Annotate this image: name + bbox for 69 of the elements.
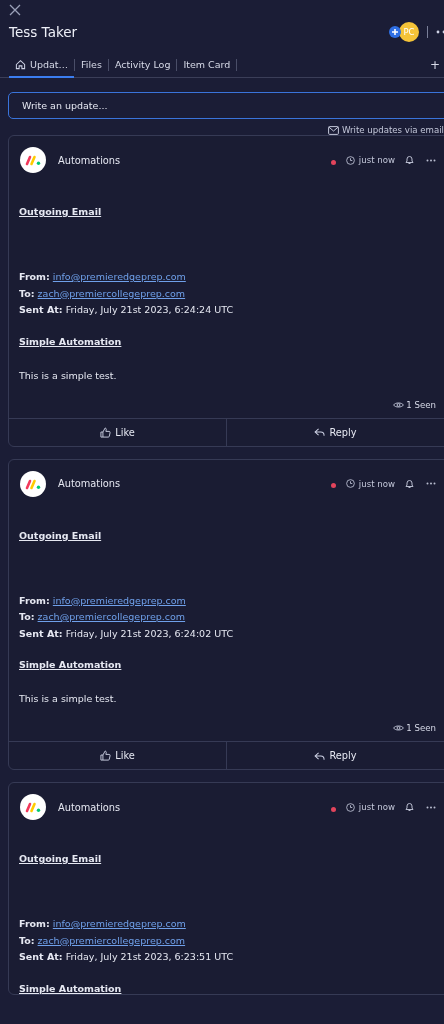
author-name: Automations xyxy=(58,478,121,489)
clock-icon xyxy=(345,155,355,165)
message-text: This is a simple test. xyxy=(19,369,118,381)
message-text: This is a simple test. xyxy=(19,693,118,704)
eye-icon xyxy=(393,400,405,409)
seen-count: 1 Seen xyxy=(406,399,436,410)
tab[interactable]: Updat… xyxy=(9,53,75,78)
email-link[interactable]: zach@premiercollegeprep.com xyxy=(37,934,186,946)
more-icon[interactable] xyxy=(426,482,436,485)
sent-time: Friday, July 21st 2023, 6:24:24 UTC xyxy=(65,304,234,315)
field-label: Sent At: xyxy=(19,627,63,639)
email-link[interactable]: info@premieredgeprep.com xyxy=(52,271,186,282)
reply-icon xyxy=(314,427,326,437)
more-icon[interactable] xyxy=(426,158,436,162)
envelope-icon xyxy=(327,125,339,135)
field-label: From: xyxy=(19,594,50,606)
email-updates-link[interactable]: Write updates via email xyxy=(8,125,444,135)
timestamp: just now xyxy=(358,802,395,812)
section-heading: Outgoing Email xyxy=(19,529,103,541)
email-link[interactable]: zach@premiercollegeprep.com xyxy=(37,611,186,622)
tab[interactable]: Files xyxy=(75,53,108,78)
field-label: To: xyxy=(19,287,35,299)
timestamp: just now xyxy=(358,155,395,165)
section-heading: Outgoing Email xyxy=(19,853,103,864)
email-link[interactable]: info@premieredgeprep.com xyxy=(52,594,186,606)
close-icon[interactable] xyxy=(9,4,21,16)
reply-button[interactable]: Reply xyxy=(226,418,444,446)
logo-icon xyxy=(20,470,46,497)
tab[interactable]: Activity Log xyxy=(108,53,177,78)
email-link[interactable]: zach@premiercollegeprep.com xyxy=(37,287,186,299)
reply-icon xyxy=(314,750,326,761)
like-button[interactable]: Like xyxy=(9,418,226,446)
section-heading: Simple Automation xyxy=(19,982,123,994)
sent-time: Friday, July 21st 2023, 6:24:02 UTC xyxy=(65,627,234,639)
more-icon[interactable] xyxy=(436,30,444,34)
clock-icon xyxy=(345,802,355,812)
field-label: Sent At: xyxy=(19,951,63,962)
update-input[interactable]: Write an update... xyxy=(8,92,444,119)
item-title: Tess Taker xyxy=(9,24,78,40)
like-button[interactable]: Like xyxy=(9,742,226,769)
field-label: To: xyxy=(19,934,35,946)
timestamp: just now xyxy=(358,478,395,489)
section-heading: Outgoing Email xyxy=(19,206,103,217)
clock-icon xyxy=(345,479,355,488)
eye-icon xyxy=(393,724,405,732)
field-label: From: xyxy=(19,918,50,929)
bell-icon[interactable] xyxy=(405,802,414,812)
section-heading: Simple Automation xyxy=(19,335,123,347)
author-name: Automations xyxy=(58,801,121,813)
field-label: Sent At: xyxy=(19,304,63,315)
reply-button[interactable]: Reply xyxy=(226,742,444,769)
bell-icon[interactable] xyxy=(405,155,414,165)
add-icon[interactable] xyxy=(389,26,401,38)
field-label: From: xyxy=(19,271,50,282)
seen-count: 1 Seen xyxy=(406,723,436,733)
sent-time: Friday, July 21st 2023, 6:23:51 UTC xyxy=(65,951,234,962)
logo-icon xyxy=(20,794,46,820)
email-link[interactable]: info@premieredgeprep.com xyxy=(52,918,186,929)
thumbs-up-icon xyxy=(100,750,112,761)
tab[interactable]: Item Card xyxy=(177,53,237,78)
section-heading: Simple Automation xyxy=(19,659,123,670)
add-tab-button[interactable]: + xyxy=(429,58,444,72)
home-icon xyxy=(15,59,26,70)
more-icon[interactable] xyxy=(426,805,436,809)
bell-icon[interactable] xyxy=(405,478,414,489)
thumbs-up-icon xyxy=(100,426,112,438)
author-name: Automations xyxy=(58,154,121,166)
field-label: To: xyxy=(19,611,35,622)
logo-icon xyxy=(20,147,46,173)
